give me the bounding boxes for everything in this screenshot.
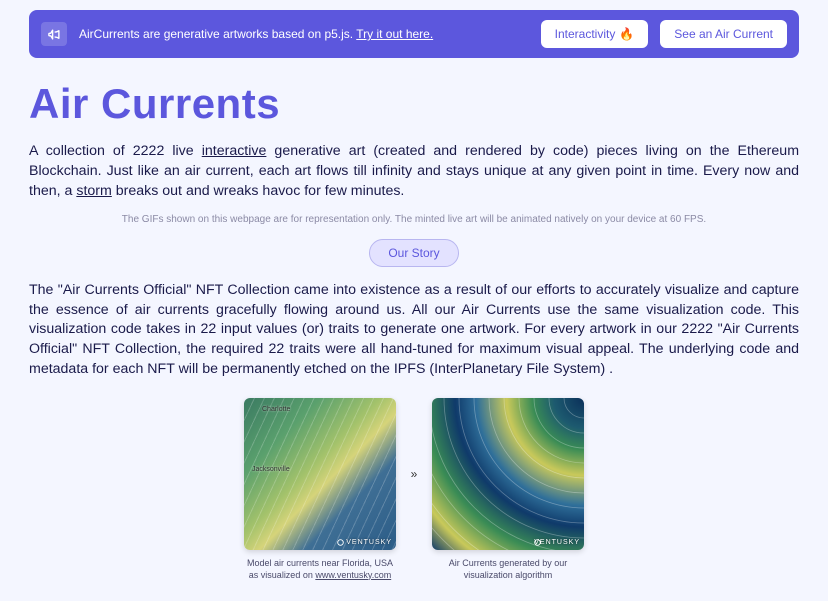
transform-arrow-icon: »: [406, 398, 422, 550]
intro-seg1: A collection of 2222 live: [29, 143, 202, 159]
interactivity-button[interactable]: Interactivity 🔥: [541, 20, 649, 48]
announcement-banner: AirCurrents are generative artworks base…: [29, 10, 799, 58]
map-label-jacksonville: Jacksonville: [252, 466, 290, 473]
megaphone-icon: [41, 22, 67, 46]
story-paragraph: The "Air Currents Official" NFT Collecti…: [29, 281, 799, 380]
disclaimer-text: The GIFs shown on this webpage are for r…: [29, 214, 799, 225]
storm-link[interactable]: storm: [76, 183, 111, 199]
page-title: Air Currents: [29, 80, 799, 128]
banner-message: AirCurrents are generative artworks base…: [79, 27, 356, 41]
model-map-image: Charlotte Jacksonville VENTUSKY: [244, 398, 396, 550]
intro-seg3: breaks out and wreaks havoc for few minu…: [112, 183, 405, 199]
see-air-current-button[interactable]: See an Air Current: [660, 20, 787, 48]
ventusky-watermark: VENTUSKY: [534, 539, 580, 546]
ventusky-watermark: VENTUSKY: [337, 539, 392, 546]
generated-art-image: VENTUSKY: [432, 398, 584, 550]
figure-row: Charlotte Jacksonville VENTUSKY Model ai…: [29, 398, 799, 581]
fire-icon: 🔥: [619, 27, 634, 41]
interactive-link[interactable]: interactive: [202, 143, 267, 159]
right-caption: Air Currents generated by our visualizat…: [432, 558, 584, 581]
interactivity-label: Interactivity: [555, 27, 616, 41]
banner-text: AirCurrents are generative artworks base…: [79, 27, 529, 41]
ventusky-link[interactable]: www.ventusky.com: [315, 570, 391, 580]
our-story-button[interactable]: Our Story: [369, 239, 458, 267]
banner-try-link[interactable]: Try it out here.: [356, 27, 433, 41]
map-label-charlotte: Charlotte: [262, 406, 290, 413]
left-caption: Model air currents near Florida, USA as …: [244, 558, 396, 581]
intro-paragraph: A collection of 2222 live interactive ge…: [29, 142, 799, 202]
